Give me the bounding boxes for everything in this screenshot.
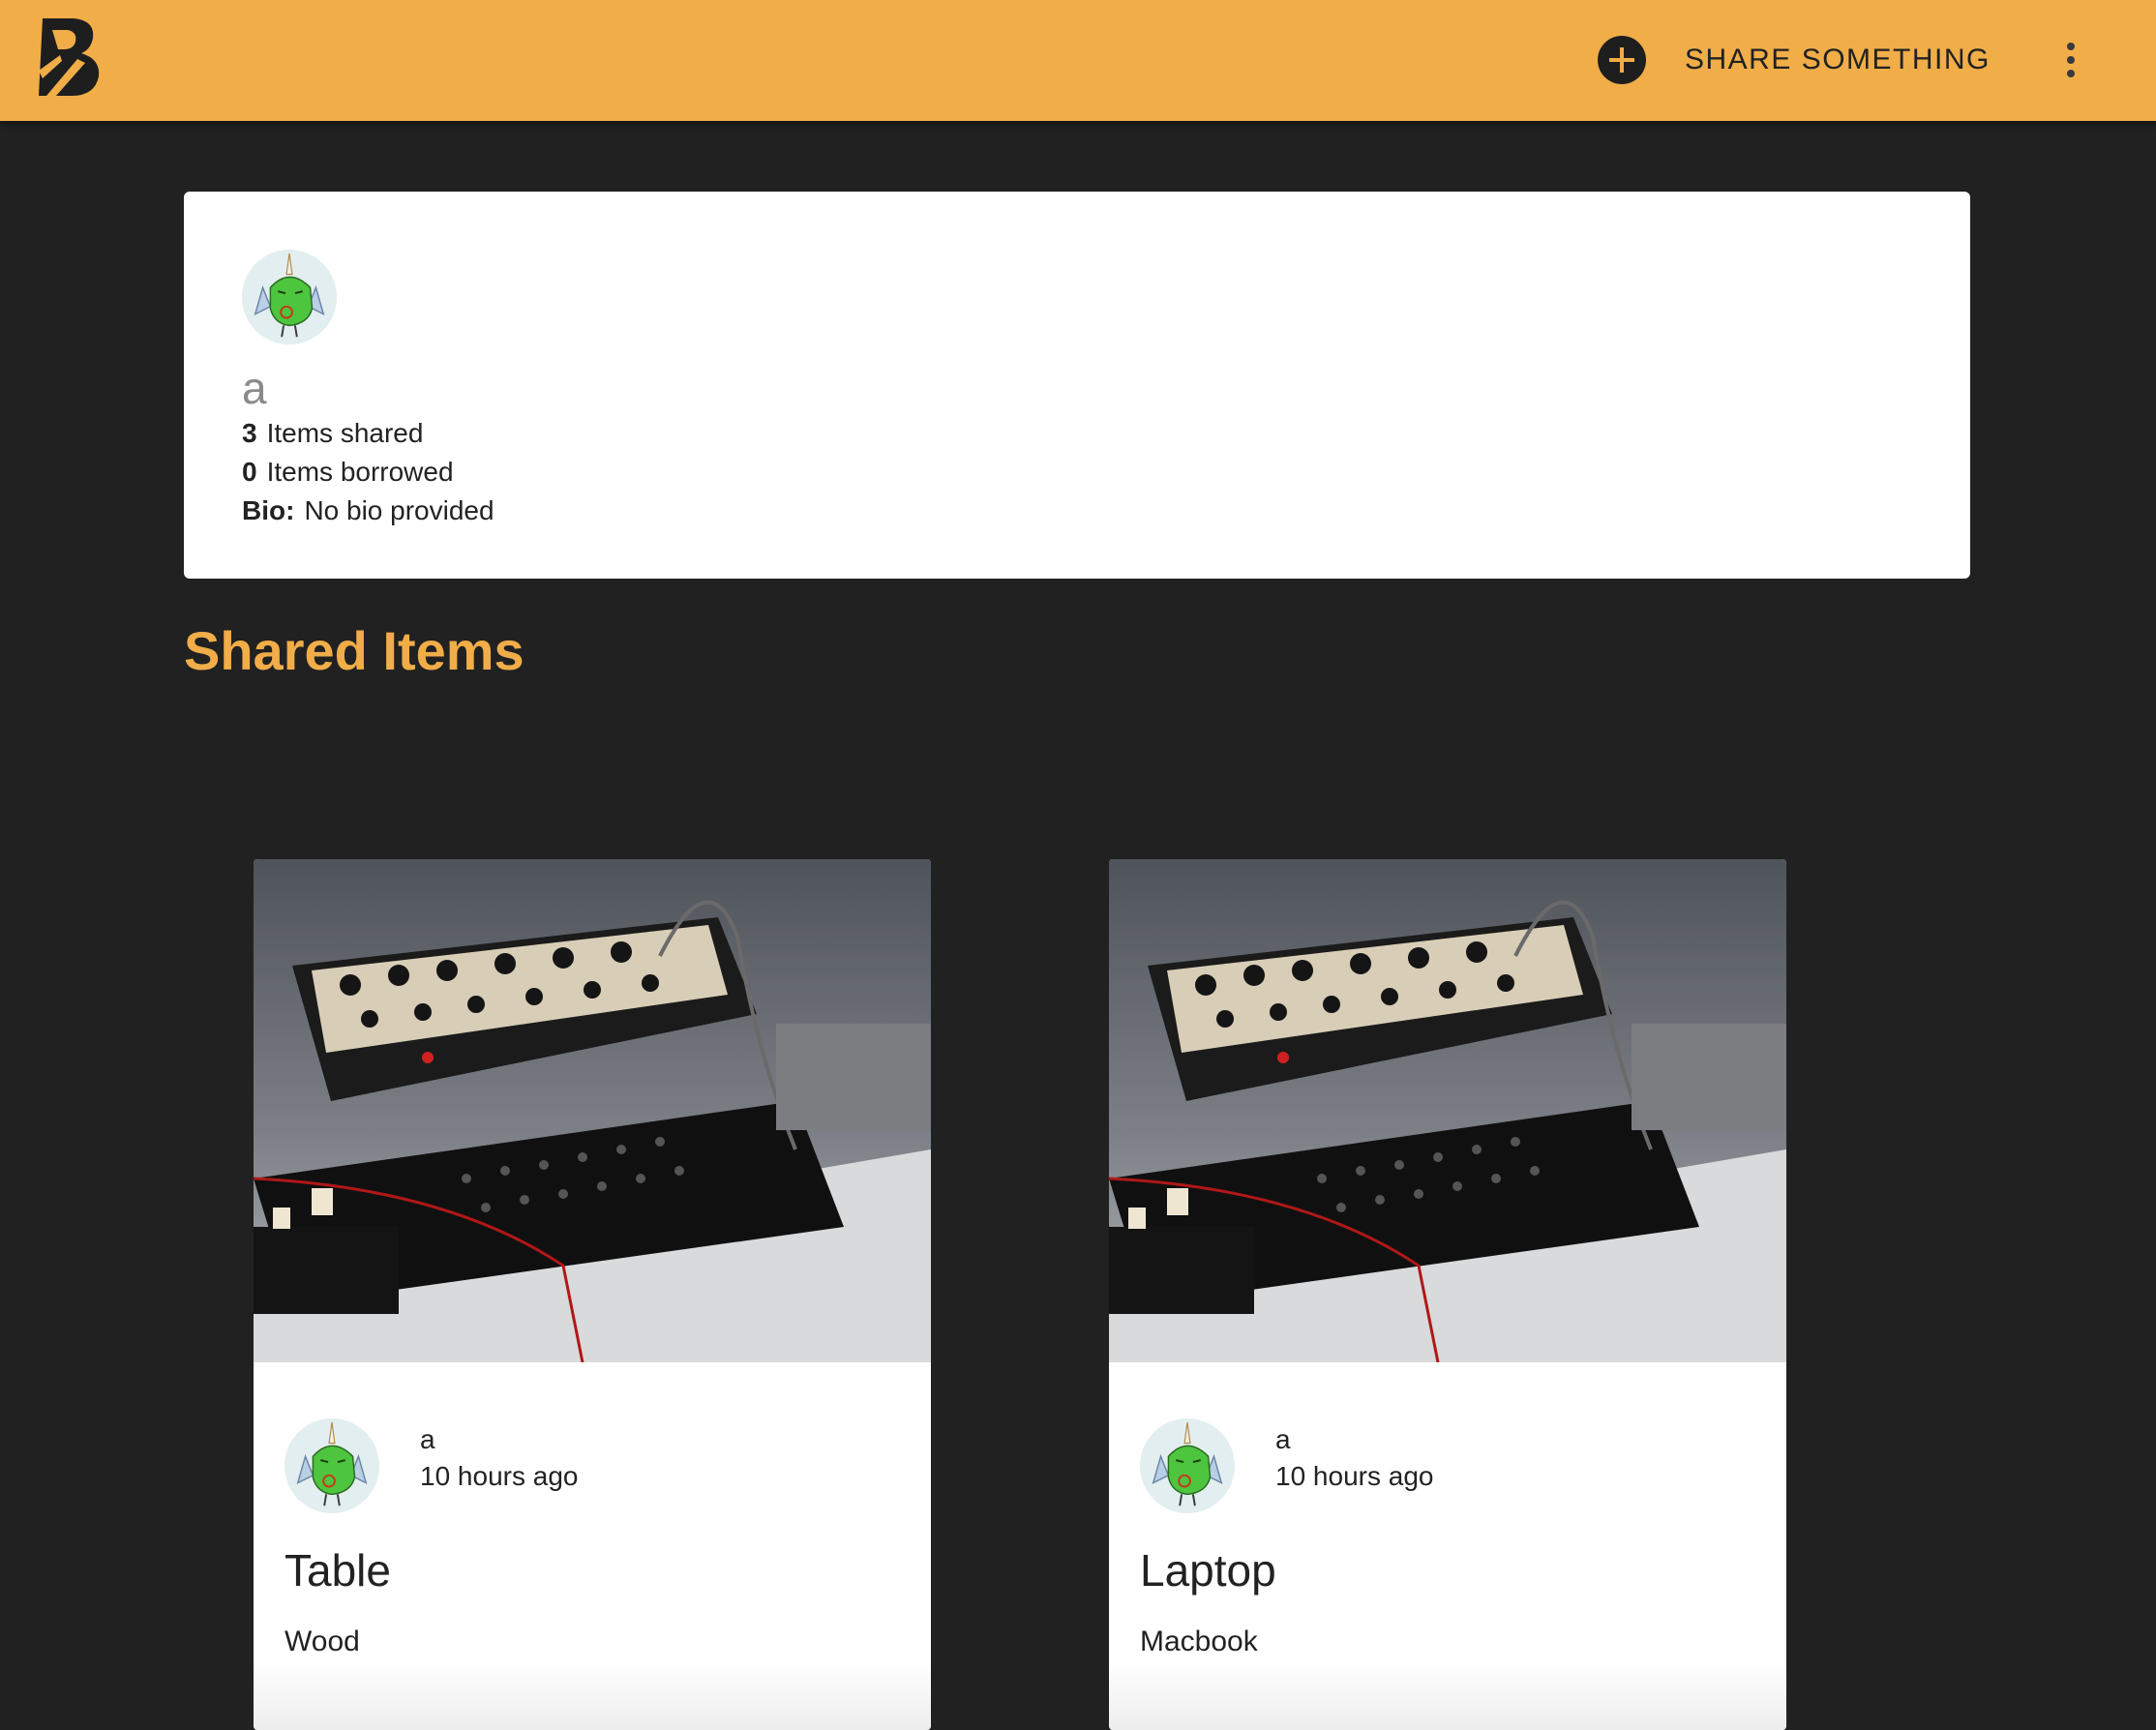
card-fade [254, 1662, 931, 1730]
bio-value: No bio provided [304, 495, 494, 525]
share-something-button[interactable]: SHARE SOMETHING [1597, 25, 2003, 95]
item-meta: a 10 hours ago [1140, 1418, 1759, 1515]
bio-stat: Bio: No bio provided [242, 495, 494, 526]
menu-dot [2067, 56, 2075, 64]
item-owner: a [1275, 1424, 1291, 1454]
more-vertical-icon[interactable] [2053, 37, 2088, 83]
items-borrowed-stat: 0 Items borrowed [242, 457, 454, 488]
app-bar: SHARE SOMETHING [0, 0, 2156, 121]
share-something-label: SHARE SOMETHING [1685, 44, 1991, 75]
bio-label: Bio: [242, 495, 295, 525]
items-borrowed-count: 0 [242, 457, 257, 487]
item-photo[interactable] [1109, 859, 1786, 1362]
item-description: Macbook [1140, 1626, 1258, 1657]
menu-dot [2067, 70, 2075, 77]
item-photo[interactable] [254, 859, 931, 1362]
item-owner: a [420, 1424, 435, 1454]
shared-items-heading: Shared Items [184, 620, 524, 681]
owner-avatar[interactable] [1140, 1418, 1235, 1513]
items-borrowed-label: Items borrowed [266, 457, 454, 487]
profile-username: a [242, 363, 267, 413]
plus-circle-icon [1598, 36, 1646, 84]
items-shared-stat: 3 Items shared [242, 418, 423, 449]
item-meta: a 10 hours ago [284, 1418, 904, 1515]
item-timestamp: 10 hours ago [420, 1461, 579, 1491]
owner-avatar[interactable] [284, 1418, 379, 1513]
boomtown-logo-icon[interactable] [35, 16, 105, 98]
item-card[interactable]: a 10 hours ago Table Wood [254, 859, 931, 1730]
item-title: Table [284, 1545, 391, 1596]
menu-dot [2067, 43, 2075, 50]
profile-card: a 3 Items shared 0 Items borrowed Bio: No b… [184, 192, 1970, 579]
item-card[interactable]: a 10 hours ago Laptop Macbook [1109, 859, 1786, 1730]
user-avatar [242, 250, 337, 344]
item-timestamp: 10 hours ago [1275, 1461, 1434, 1491]
items-shared-count: 3 [242, 418, 257, 448]
item-description: Wood [284, 1626, 360, 1657]
item-title: Laptop [1140, 1545, 1276, 1596]
card-fade [1109, 1662, 1786, 1730]
items-shared-label: Items shared [266, 418, 424, 448]
